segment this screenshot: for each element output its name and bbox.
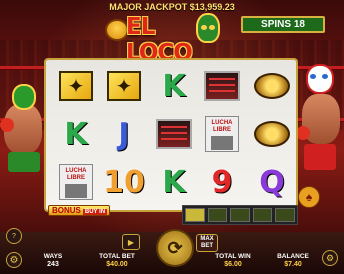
card-symbol-Q: Q xyxy=(259,164,285,200)
spin-button[interactable]: ⟳ xyxy=(156,229,194,267)
reel-symbol: 9 xyxy=(198,158,246,206)
reel-symbol xyxy=(150,110,198,158)
wild-wrestler-icon: ✦ xyxy=(107,71,141,101)
jackpot-display: MAJOR JACKPOT $13,959.23 xyxy=(0,2,344,12)
max-bet-button[interactable]: MAX BET xyxy=(196,234,218,252)
ways-label: WAYS xyxy=(43,253,63,260)
card-symbol-J: J xyxy=(118,116,130,152)
reel-symbol: K xyxy=(150,62,198,110)
card-symbol-10: 10 xyxy=(103,164,145,200)
feature-slot xyxy=(185,208,205,222)
feature-slot xyxy=(275,208,295,222)
poster-photo xyxy=(65,184,87,198)
settings-gear-icon[interactable]: ⚙ xyxy=(322,250,338,266)
reel-symbol: 10 xyxy=(100,158,148,206)
reel-symbol: J xyxy=(100,110,148,158)
total-bet-value: $40.00 xyxy=(106,261,128,268)
reel-grid: ✦ K LUCHA LIBRE ✦ J 10 K K LUCHA LIBRE 9 Q xyxy=(46,60,296,210)
bonus-buy-button[interactable]: BONUS BUY IN xyxy=(48,205,110,216)
wild-wrestler-icon: ✦ xyxy=(59,71,93,101)
reel-symbol xyxy=(248,110,296,158)
total-bet-label: TOTAL BET xyxy=(99,253,135,260)
championship-belt-icon xyxy=(254,121,290,147)
jackpot-value: $13,959.23 xyxy=(189,2,235,12)
bonus-buy-label: BUY IN xyxy=(82,209,108,215)
reel-symbol: K xyxy=(150,158,198,206)
feature-slot xyxy=(207,208,228,222)
reel-symbol: ✦ xyxy=(100,62,148,110)
reel-symbol: K xyxy=(52,110,100,158)
gear-icon[interactable]: ⚙ xyxy=(6,252,22,268)
card-symbol-9: 9 xyxy=(211,164,233,200)
wrestling-ring-icon xyxy=(204,71,240,101)
game-screen: MAJOR JACKPOT $13,959.23 EL LOCO SPINS 1… xyxy=(0,0,344,274)
spin-arrows-icon: ⟳ xyxy=(167,237,183,258)
wrestler-left xyxy=(0,82,48,192)
wrestler-right xyxy=(296,64,344,184)
bet-cycle-button[interactable]: ▶ xyxy=(122,234,140,250)
feature-tracker xyxy=(182,205,298,225)
total-win-value: $6.00 xyxy=(224,261,242,268)
feature-slot xyxy=(252,208,273,222)
lucha-libre-poster-icon: LUCHA LIBRE xyxy=(59,164,93,200)
total-win-label: TOTAL WIN xyxy=(215,253,251,260)
poster-line: LUCHA xyxy=(211,120,233,126)
reel-symbol xyxy=(248,62,296,110)
balance-value: $7.40 xyxy=(284,261,302,268)
poster-photo xyxy=(211,136,233,150)
feature-slot xyxy=(230,208,250,222)
reel-symbol: LUCHA LIBRE xyxy=(52,158,100,206)
card-symbol-K: K xyxy=(162,68,186,104)
spins-counter: SPINS 18 xyxy=(241,16,325,33)
wrestling-ring-icon xyxy=(156,119,192,149)
game-logo: EL LOCO xyxy=(104,12,220,66)
card-symbol-K: K xyxy=(64,116,88,152)
autoplay-icon[interactable]: ♠ xyxy=(298,186,320,208)
poster-line: LIBRE xyxy=(213,127,231,133)
lucha-libre-poster-icon: LUCHA LIBRE xyxy=(205,116,239,152)
bonus-label: BONUS xyxy=(52,206,81,215)
reel-symbol: ✦ xyxy=(52,62,100,110)
poster-line: LIBRE xyxy=(67,175,85,181)
jackpot-label: MAJOR JACKPOT xyxy=(109,2,188,12)
help-icon[interactable]: ? xyxy=(6,228,22,244)
ways-value: 243 xyxy=(47,261,59,268)
reel-symbol xyxy=(198,62,246,110)
balance-label: BALANCE xyxy=(277,253,309,260)
championship-belt-icon xyxy=(254,73,290,99)
reel-symbol: LUCHA LIBRE xyxy=(198,110,246,158)
poster-line: LUCHA xyxy=(65,168,87,174)
reel-symbol: Q xyxy=(248,158,296,206)
card-symbol-K: K xyxy=(162,164,186,200)
luchador-mask-icon xyxy=(196,13,220,43)
